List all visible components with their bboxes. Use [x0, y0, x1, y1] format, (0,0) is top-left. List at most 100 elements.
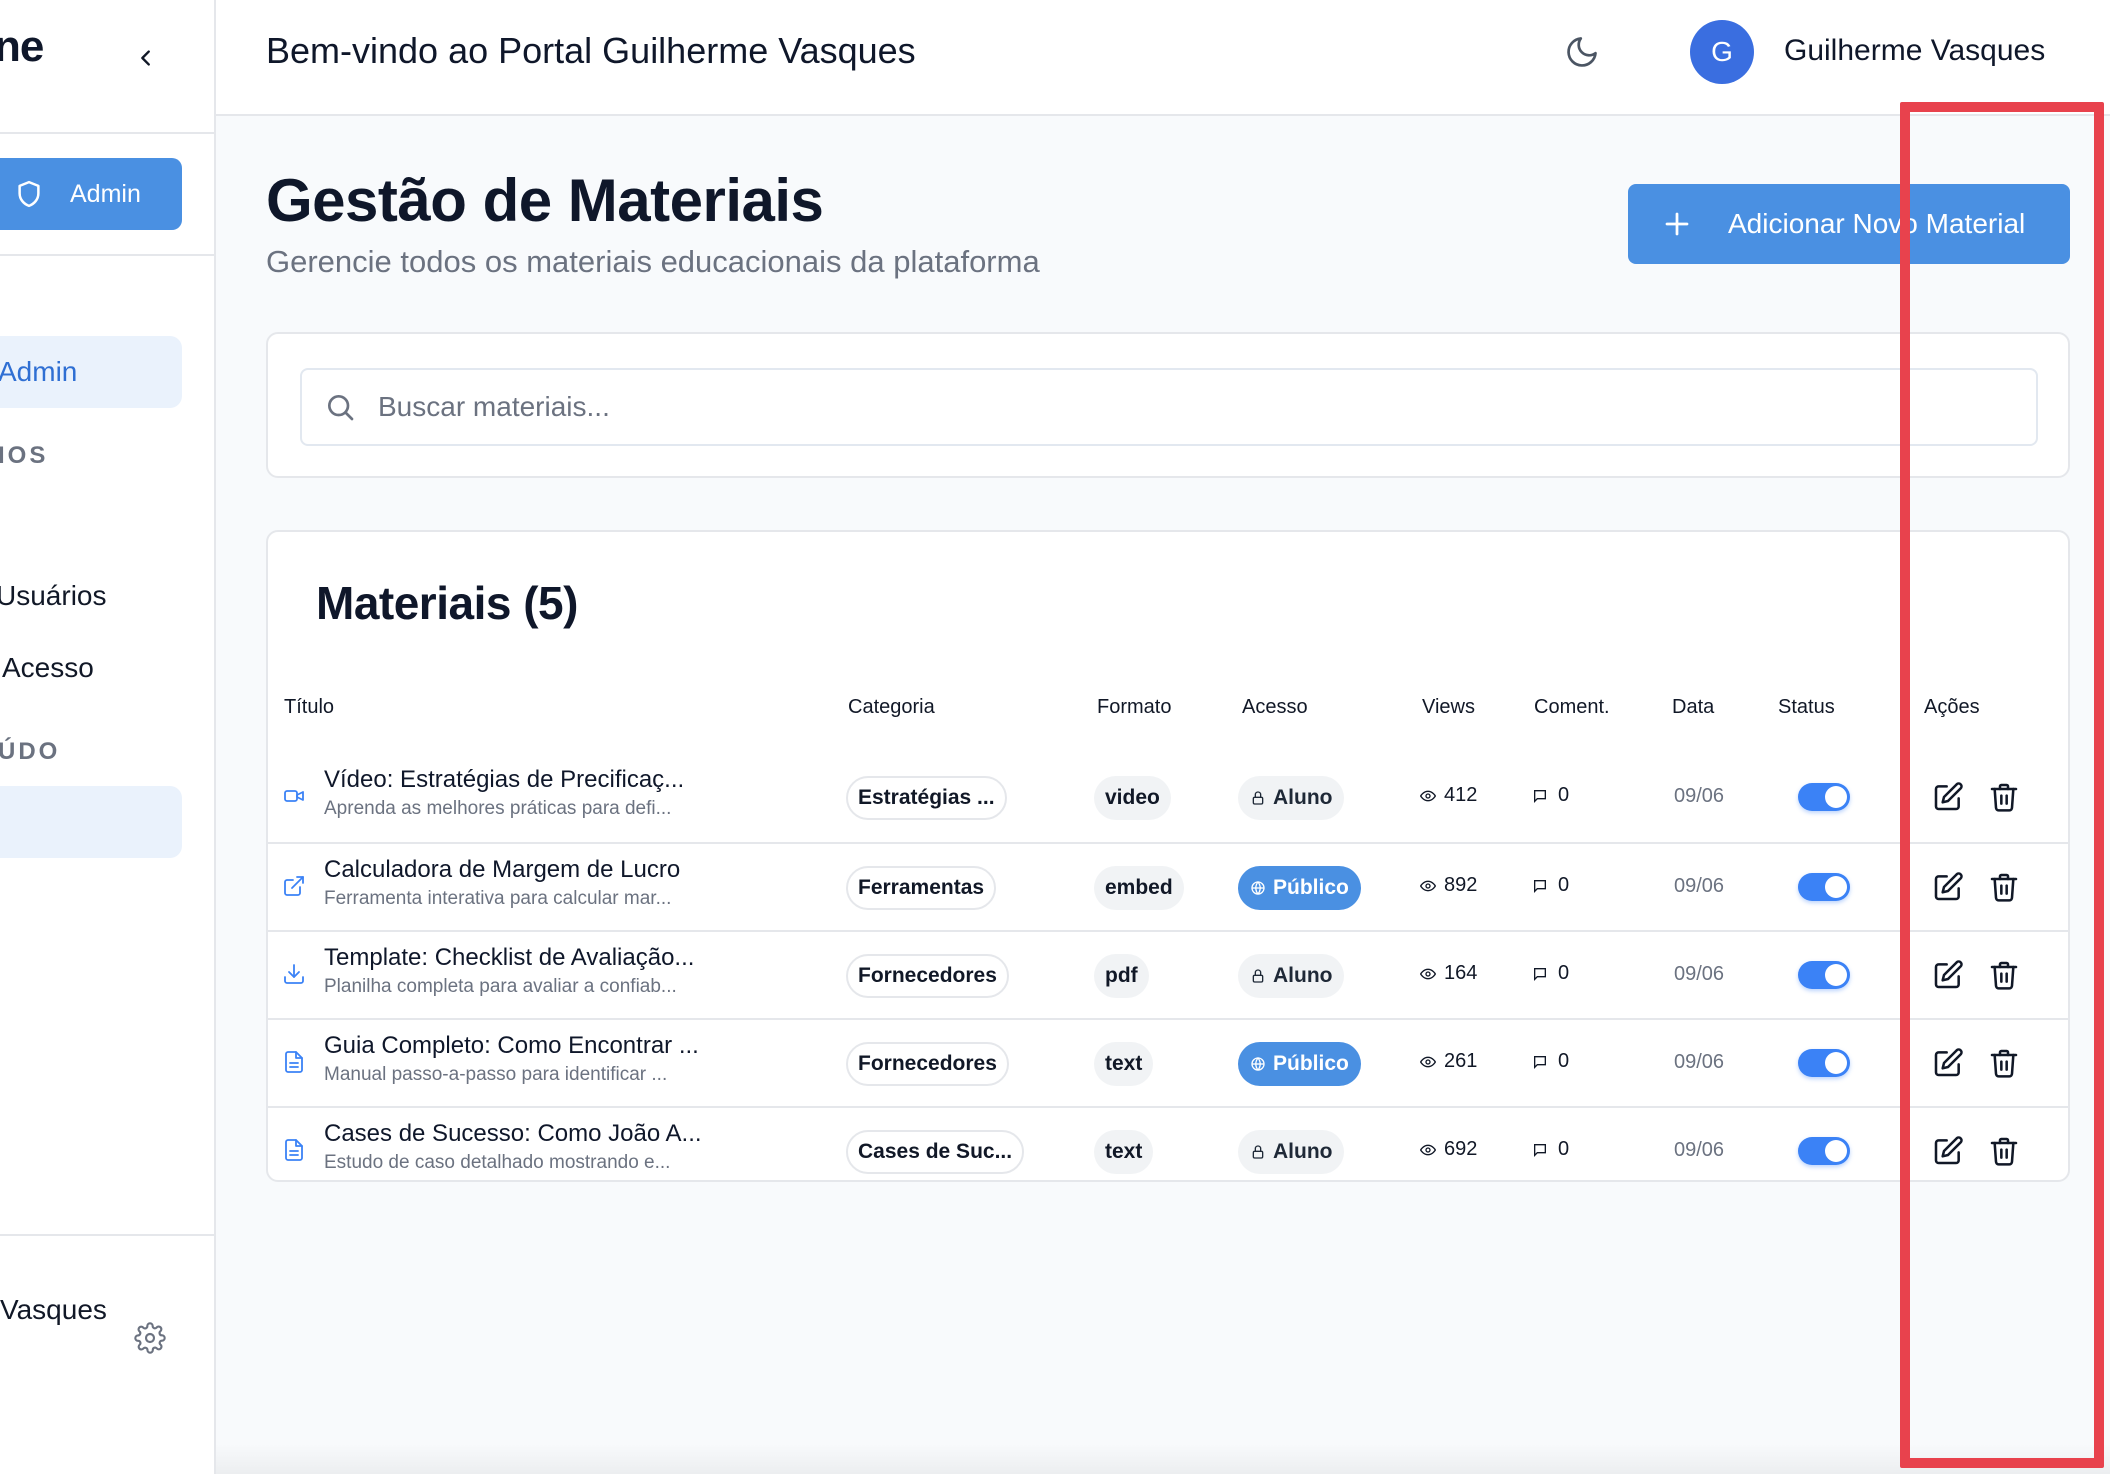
- views-value: 692: [1444, 1138, 1478, 1160]
- material-title[interactable]: Cases de Sucesso: Como João A...: [324, 1120, 702, 1148]
- access-badge: Público: [1238, 866, 1361, 910]
- date-value: 09/06: [1674, 1139, 1725, 1161]
- category-badge: Fornecedores: [846, 954, 1009, 998]
- views-value: 164: [1444, 962, 1478, 984]
- sidebar-section-heading: ÚDO: [0, 738, 61, 765]
- toggle-knob: [1825, 964, 1847, 986]
- edit-icon[interactable]: [1932, 1047, 1964, 1079]
- lock-icon: [1252, 969, 1264, 983]
- status-toggle[interactable]: [1798, 783, 1850, 811]
- access-badge: Público: [1238, 1042, 1361, 1086]
- add-material-button[interactable]: Adicionar Novo Material: [1628, 184, 2070, 264]
- trash-icon[interactable]: [1988, 871, 2020, 903]
- comments-count: 0: [1532, 1138, 1569, 1161]
- date-value: 09/06: [1674, 963, 1725, 985]
- edit-icon[interactable]: [1932, 1135, 1964, 1167]
- views-count: 261: [1420, 1050, 1477, 1073]
- role-admin-label: Admin: [70, 179, 141, 208]
- material-description: Manual passo-a-passo para identificar ..…: [324, 1064, 668, 1085]
- sidebar: ne Admin Admin IOS Usuários Acesso ÚDO V…: [0, 0, 216, 1474]
- sidebar-divider: [0, 132, 214, 134]
- table-row: Template: Checklist de Avaliação... Plan…: [268, 930, 2068, 1018]
- sidebar-item-content[interactable]: [0, 786, 182, 858]
- column-header-views: Views: [1422, 696, 1475, 718]
- edit-icon[interactable]: [1932, 781, 1964, 813]
- material-description: Estudo de caso detalhado mostrando e...: [324, 1152, 671, 1173]
- material-title[interactable]: Guia Completo: Como Encontrar ...: [324, 1032, 699, 1060]
- sidebar-item-users[interactable]: Usuários: [0, 580, 106, 612]
- status-toggle[interactable]: [1798, 1137, 1850, 1165]
- eye-icon: [1420, 1144, 1436, 1155]
- app-logo: ne: [0, 22, 44, 71]
- shield-icon: [18, 180, 40, 208]
- lock-icon: [1252, 1145, 1264, 1159]
- date-value: 09/06: [1674, 785, 1725, 807]
- document-icon: [285, 1051, 303, 1073]
- toggle-knob: [1825, 1052, 1847, 1074]
- access-badge: Aluno: [1238, 1130, 1345, 1174]
- document-icon: [285, 1139, 303, 1161]
- bottom-edge: [216, 1444, 2110, 1474]
- column-header-format: Formato: [1097, 696, 1172, 718]
- edit-icon[interactable]: [1932, 871, 1964, 903]
- sidebar-item-access[interactable]: Acesso: [2, 652, 94, 684]
- column-header-title: Título: [284, 696, 335, 718]
- sidebar-item-label: Admin: [0, 356, 78, 387]
- toggle-knob: [1825, 876, 1847, 898]
- column-header-comments: Coment.: [1534, 696, 1610, 718]
- trash-icon[interactable]: [1988, 959, 2020, 991]
- lock-icon: [1252, 791, 1264, 805]
- globe-icon: [1251, 880, 1265, 896]
- moon-icon[interactable]: [1564, 34, 1600, 70]
- access-label: Público: [1273, 876, 1349, 899]
- category-badge: Fornecedores: [846, 1042, 1009, 1086]
- video-icon: [284, 790, 304, 802]
- search-input[interactable]: Buscar materiais...: [300, 368, 2038, 446]
- edit-icon[interactable]: [1932, 959, 1964, 991]
- comments-value: 0: [1558, 784, 1570, 806]
- access-label: Aluno: [1273, 964, 1333, 987]
- comment-icon: [1534, 879, 1546, 893]
- header-user-name[interactable]: Guilherme Vasques: [1784, 34, 2045, 68]
- header-title: Bem-vindo ao Portal Guilherme Vasques: [266, 30, 916, 71]
- table-row: Vídeo: Estratégias de Precificaç... Apre…: [268, 754, 2068, 842]
- status-toggle[interactable]: [1798, 961, 1850, 989]
- material-description: Ferramenta interativa para calcular mar.…: [324, 888, 672, 909]
- material-title[interactable]: Template: Checklist de Avaliação...: [324, 944, 694, 972]
- avatar[interactable]: G: [1690, 20, 1754, 84]
- toggle-knob: [1825, 786, 1847, 808]
- views-count: 412: [1420, 784, 1477, 807]
- material-description: Aprenda as melhores práticas para defi..…: [324, 798, 672, 819]
- table-row: Cases de Sucesso: Como João A... Estudo …: [268, 1106, 2068, 1180]
- column-header-category: Categoria: [848, 696, 935, 718]
- access-label: Público: [1273, 1052, 1349, 1075]
- trash-icon[interactable]: [1988, 1047, 2020, 1079]
- comments-count: 0: [1532, 874, 1569, 897]
- add-material-label: Adicionar Novo Material: [1728, 208, 2026, 239]
- sidebar-divider: [0, 254, 214, 256]
- sidebar-item-admin[interactable]: Admin: [0, 336, 182, 408]
- sidebar-section-heading: IOS: [0, 442, 49, 469]
- comments-count: 0: [1532, 962, 1569, 985]
- eye-icon: [1420, 790, 1436, 801]
- external-link-icon: [284, 876, 304, 896]
- column-header-access: Acesso: [1242, 696, 1308, 718]
- trash-icon[interactable]: [1988, 781, 2020, 813]
- access-label: Aluno: [1273, 786, 1333, 809]
- status-toggle[interactable]: [1798, 873, 1850, 901]
- status-toggle[interactable]: [1798, 1049, 1850, 1077]
- comments-value: 0: [1558, 874, 1570, 896]
- comments-value: 0: [1558, 1050, 1570, 1072]
- views-value: 892: [1444, 874, 1478, 896]
- format-badge: pdf: [1094, 954, 1149, 998]
- table-row: Guia Completo: Como Encontrar ... Manual…: [268, 1018, 2068, 1106]
- role-admin-button[interactable]: Admin: [0, 158, 182, 230]
- material-title[interactable]: Vídeo: Estratégias de Precificaç...: [324, 766, 684, 794]
- collapse-sidebar-button[interactable]: [130, 42, 162, 74]
- trash-icon[interactable]: [1988, 1135, 2020, 1167]
- material-title[interactable]: Calculadora de Margem de Lucro: [324, 856, 680, 884]
- materials-table-card: Materiais (5) Título Categoria Formato A…: [266, 530, 2070, 1182]
- sidebar-divider: [0, 1234, 214, 1236]
- eye-icon: [1420, 968, 1436, 979]
- gear-icon[interactable]: [134, 1322, 166, 1354]
